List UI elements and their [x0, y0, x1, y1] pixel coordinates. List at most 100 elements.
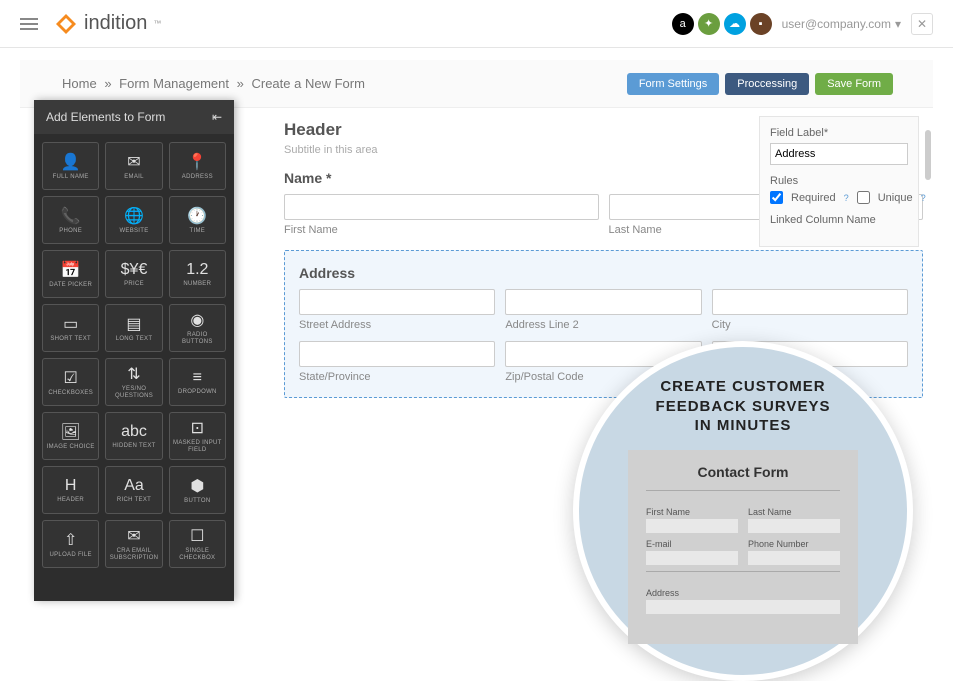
form-settings-button[interactable]: Form Settings	[627, 73, 719, 95]
divider	[646, 490, 840, 491]
first-name-input[interactable]	[284, 194, 599, 220]
element-tile-website[interactable]: 🌐WEBSITE	[105, 196, 162, 244]
breadcrumb-sep: »	[237, 76, 244, 91]
element-label: HIDDEN TEXT	[110, 443, 157, 450]
element-label: WEBSITE	[117, 228, 150, 235]
element-tile-image-choice[interactable]: 🖼IMAGE CHOICE	[42, 412, 99, 460]
element-label: CRA EMAIL SUBSCRIPTION	[106, 548, 161, 561]
element-tile-email[interactable]: ✉ EMAIL	[105, 142, 162, 190]
first-name-sublabel: First Name	[284, 224, 599, 236]
element-label: MASKED INPUT FIELD	[170, 440, 225, 453]
element-icon: ⇅	[127, 364, 140, 384]
element-icon: $¥€	[121, 261, 148, 279]
breadcrumb: Home » Form Management » Create a New Fo…	[60, 76, 367, 91]
element-tile-phone[interactable]: 📞 PHONE	[42, 196, 99, 244]
integration-icon[interactable]: ▪	[750, 13, 772, 35]
state-sublabel: State/Province	[299, 371, 495, 383]
element-label: SHORT TEXT	[48, 336, 93, 343]
element-label: ADDRESS	[180, 174, 215, 181]
element-tile-long-text[interactable]: ▤LONG TEXT	[105, 304, 162, 352]
element-icon: 📞	[61, 206, 81, 226]
element-tile-address[interactable]: 📍ADDRESS	[169, 142, 226, 190]
element-label: FULL NAME	[51, 174, 91, 181]
action-buttons: Form Settings Proccessing Save Form	[627, 73, 893, 95]
element-tile-single-checkbox[interactable]: ☐SINGLE CHECKBOX	[169, 520, 226, 568]
user-menu[interactable]: user@company.com ▾	[782, 17, 901, 31]
divider	[646, 571, 840, 572]
processing-button[interactable]: Proccessing	[725, 73, 809, 95]
breadcrumb-p2: Create a New Form	[251, 76, 364, 91]
promo-fn-input	[646, 519, 738, 533]
element-tile-header[interactable]: HHEADER	[42, 466, 99, 514]
settings-button[interactable]: ✕	[911, 13, 933, 35]
element-tile-yes-no-questions[interactable]: ⇅ YES/NO QUESTIONS	[105, 358, 162, 406]
element-tile-button[interactable]: ⬢BUTTON	[169, 466, 226, 514]
line2-input[interactable]	[505, 289, 701, 315]
sidebar-title: Add Elements to Form	[46, 110, 165, 124]
required-checkbox[interactable]	[770, 191, 783, 204]
element-tile-full-name[interactable]: 👤FULL NAME	[42, 142, 99, 190]
hamburger-menu-icon[interactable]	[20, 18, 38, 30]
element-tile-number[interactable]: 1.2NUMBER	[169, 250, 226, 298]
scrollbar[interactable]	[925, 130, 931, 180]
required-label: Required	[791, 192, 836, 204]
street-input[interactable]	[299, 289, 495, 315]
element-label: TIME	[188, 228, 208, 235]
sidebar-header: Add Elements to Form ⇤	[34, 100, 234, 134]
element-label: CHECKBOXES	[46, 390, 95, 397]
logo-icon	[54, 12, 78, 36]
element-icon: ▭	[63, 314, 78, 334]
element-icon: ⊡	[191, 418, 204, 438]
save-form-button[interactable]: Save Form	[815, 73, 893, 95]
salesforce-icon[interactable]: ☁	[724, 13, 746, 35]
properties-panel: Field Label* Rules Required? Unique? Lin…	[759, 116, 919, 247]
tools-icon: ✕	[917, 17, 927, 31]
rules-label: Rules	[770, 175, 908, 187]
collapse-icon[interactable]: ⇤	[212, 110, 222, 124]
element-tile-radio-buttons[interactable]: ◉RADIO BUTTONS	[169, 304, 226, 352]
promo-ln-label: Last Name	[748, 507, 840, 517]
amazon-icon[interactable]: a	[672, 13, 694, 35]
element-tile-time[interactable]: 🕐TIME	[169, 196, 226, 244]
topbar-right: a ✦ ☁ ▪ user@company.com ▾ ✕	[672, 13, 933, 35]
element-icon: ☐	[190, 526, 204, 546]
topbar: indition™ a ✦ ☁ ▪ user@company.com ▾ ✕	[0, 0, 953, 48]
breadcrumb-p1[interactable]: Form Management	[119, 76, 229, 91]
chevron-down-icon: ▾	[895, 17, 901, 31]
element-tile-price[interactable]: $¥€PRICE	[105, 250, 162, 298]
promo-ln-input	[748, 519, 840, 533]
field-label-input[interactable]	[770, 143, 908, 165]
element-label: EMAIL	[122, 174, 146, 181]
promo-fn-label: First Name	[646, 507, 738, 517]
promo-form: Contact Form First Name Last Name E-mail…	[628, 450, 858, 644]
element-label: YES/NO QUESTIONS	[106, 386, 161, 399]
element-label: PHONE	[57, 228, 84, 235]
promo-title: CREATE CUSTOMER FEEDBACK SURVEYS IN MINU…	[656, 377, 831, 436]
element-tile-cra-email-subscription[interactable]: ✉CRA EMAIL SUBSCRIPTION	[105, 520, 162, 568]
element-tile-checkboxes[interactable]: ☑CHECKBOXES	[42, 358, 99, 406]
address-label: Address	[299, 265, 908, 281]
city-input[interactable]	[712, 289, 908, 315]
element-tile-masked-input-field[interactable]: ⊡ MASKED INPUT FIELD	[169, 412, 226, 460]
shopify-icon[interactable]: ✦	[698, 13, 720, 35]
element-tile-upload-file[interactable]: ⇧UPLOAD FILE	[42, 520, 99, 568]
unique-checkbox[interactable]	[857, 191, 870, 204]
promo-overlay: CREATE CUSTOMER FEEDBACK SURVEYS IN MINU…	[573, 341, 913, 681]
element-icon: Aa	[124, 477, 144, 495]
element-icon: 📅	[61, 260, 81, 280]
elements-sidebar: Add Elements to Form ⇤ 👤FULL NAME ✉ EMAIL 📍…	[34, 100, 234, 601]
element-icon: 1.2	[186, 261, 208, 279]
logo[interactable]: indition™	[54, 12, 161, 36]
element-tile-rich-text[interactable]: AaRICH TEXT	[105, 466, 162, 514]
element-label: DATE PICKER	[47, 282, 94, 289]
element-icon: ✉	[127, 152, 140, 172]
promo-email-input	[646, 551, 738, 565]
element-label: DROPDOWN	[176, 389, 219, 396]
promo-address-input	[646, 600, 840, 614]
element-tile-hidden-text[interactable]: abcHIDDEN TEXT	[105, 412, 162, 460]
breadcrumb-home[interactable]: Home	[62, 76, 97, 91]
element-tile-short-text[interactable]: ▭ SHORT TEXT	[42, 304, 99, 352]
state-input[interactable]	[299, 341, 495, 367]
element-tile-date-picker[interactable]: 📅 DATE PICKER	[42, 250, 99, 298]
element-tile-dropdown[interactable]: ≡DROPDOWN	[169, 358, 226, 406]
